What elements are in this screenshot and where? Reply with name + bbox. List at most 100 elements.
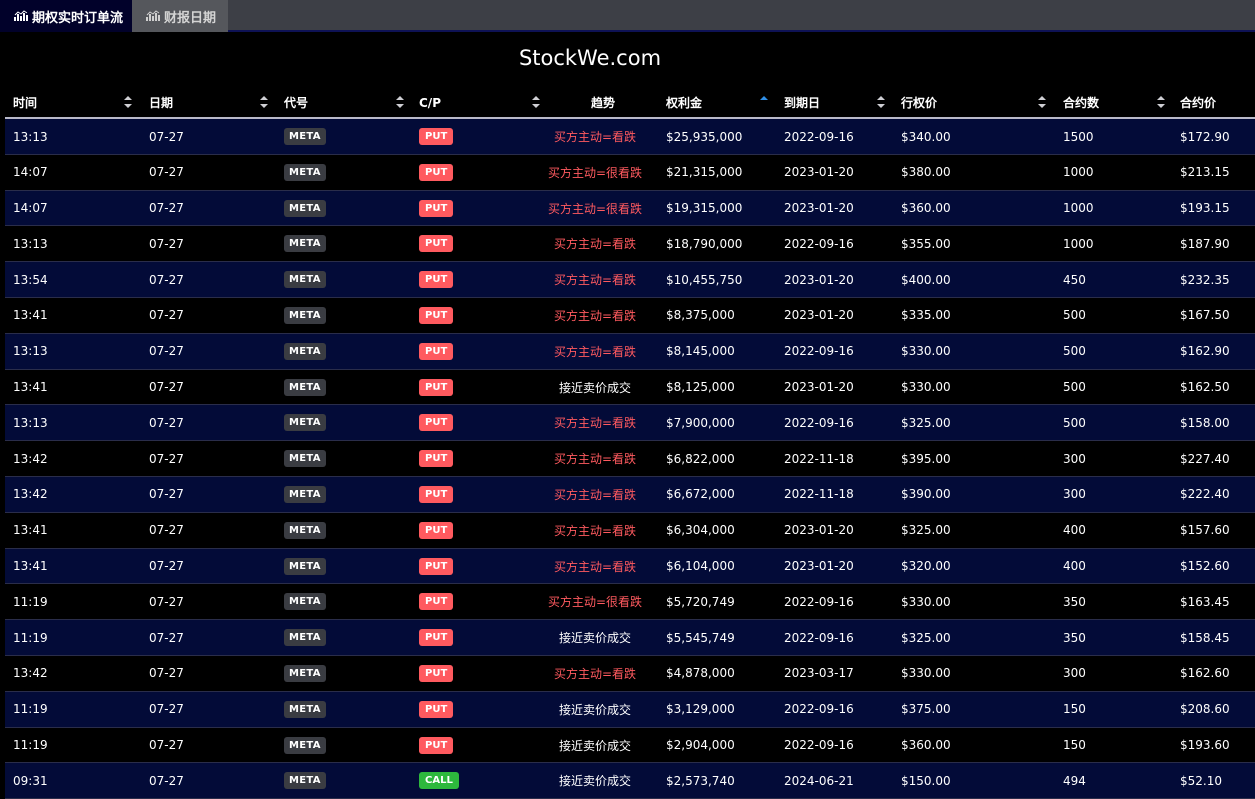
column-header-time[interactable]: 时间 <box>13 86 37 119</box>
table-row[interactable]: 11:19 07-27 META PUT 接近卖价成交 $2,904,000 2022-09… <box>5 727 1255 764</box>
table-row[interactable]: 13:13 07-27 META PUT 买方主动=看跌 $25,935,000 2022-… <box>5 119 1255 155</box>
cell-time: 13:13 <box>13 415 48 430</box>
cell-expiry: 2022-09-16 <box>784 344 854 359</box>
cell-strike: $335.00 <box>901 308 951 323</box>
sort-icon[interactable] <box>259 94 269 110</box>
cell-ticker: META <box>284 334 326 369</box>
table-row[interactable]: 13:41 07-27 META PUT 买方主动=看跌 $8,375,000 2023-0… <box>5 297 1255 334</box>
cell-ticker: META <box>284 405 326 440</box>
cell-trend: 买方主动=看跌 <box>553 344 637 359</box>
sort-icon[interactable] <box>123 94 133 110</box>
cell-contracts: 1000 <box>1063 201 1094 216</box>
ticker-badge[interactable]: META <box>284 414 326 432</box>
table-row[interactable]: 13:41 07-27 META PUT 买方主动=看跌 $6,304,000 2023-0… <box>5 512 1255 549</box>
ticker-badge[interactable]: META <box>284 306 326 324</box>
ticker-badge[interactable]: META <box>284 593 326 611</box>
sort-icon[interactable] <box>1156 94 1166 110</box>
cell-contracts: 150 <box>1063 702 1086 717</box>
table-row[interactable]: 13:41 07-27 META PUT 买方主动=看跌 $6,104,000 2023-0… <box>5 548 1255 585</box>
site-brand: StockWe.com <box>518 46 662 70</box>
cell-date: 07-27 <box>149 165 184 180</box>
table-row[interactable]: 13:13 07-27 META PUT 买方主动=看跌 $7,900,000 2022-0… <box>5 405 1255 442</box>
cell-trend: 买方主动=看跌 <box>553 130 637 144</box>
sort-icon[interactable] <box>531 94 541 110</box>
cell-ticker: META <box>284 763 326 798</box>
column-header-date[interactable]: 日期 <box>149 86 173 119</box>
sort-ascending-icon[interactable] <box>759 94 769 110</box>
cell-strike: $325.00 <box>901 630 951 645</box>
ticker-badge[interactable]: META <box>284 378 326 396</box>
sort-icon[interactable] <box>395 94 405 110</box>
cell-strike: $330.00 <box>901 594 951 609</box>
ticker-badge[interactable]: META <box>284 199 326 217</box>
table-row[interactable]: 13:42 07-27 META PUT 买方主动=看跌 $4,878,000 2023-0… <box>5 655 1255 692</box>
sort-icon[interactable] <box>1037 94 1047 110</box>
column-header-price[interactable]: 合约价 <box>1180 86 1216 119</box>
table-row[interactable]: 11:19 07-27 META PUT 接近卖价成交 $3,129,000 2022-09… <box>5 691 1255 728</box>
cell-date: 07-27 <box>149 666 184 681</box>
cell-cp: PUT <box>419 477 454 512</box>
column-header-premium[interactable]: 权利金 <box>666 86 702 119</box>
cell-expiry: 2022-09-16 <box>784 415 854 430</box>
table-row[interactable]: 14:07 07-27 META PUT 买方主动=很看跌 $21,315,000 2023… <box>5 154 1255 191</box>
cell-contracts: 1000 <box>1063 236 1094 251</box>
ticker-badge[interactable]: META <box>284 557 326 575</box>
column-header-contracts[interactable]: 合约数 <box>1063 86 1099 119</box>
ticker-badge[interactable]: META <box>284 235 326 253</box>
column-header-strike[interactable]: 行权价 <box>901 86 937 119</box>
cell-contracts: 500 <box>1063 415 1086 430</box>
ticker-badge[interactable]: META <box>284 521 326 539</box>
ticker-badge[interactable]: META <box>284 772 326 790</box>
cell-date: 07-27 <box>149 738 184 753</box>
ticker-badge[interactable]: META <box>284 485 326 503</box>
cell-expiry: 2023-01-20 <box>784 201 854 216</box>
cell-price: $208.60 <box>1180 702 1230 717</box>
table-row[interactable]: 11:19 07-27 META PUT 买方主动=很看跌 $5,720,749 2022-… <box>5 584 1255 621</box>
table-row[interactable]: 13:41 07-27 META PUT 接近卖价成交 $8,125,000 2023-01… <box>5 369 1255 406</box>
cell-contracts: 400 <box>1063 559 1086 574</box>
put-badge: PUT <box>419 235 454 253</box>
ticker-badge[interactable]: META <box>284 128 326 145</box>
cell-cp: PUT <box>419 656 454 691</box>
ticker-badge[interactable]: META <box>284 736 326 754</box>
cell-cp: PUT <box>419 370 454 405</box>
cell-strike: $355.00 <box>901 236 951 251</box>
cell-expiry: 2024-06-21 <box>784 773 854 788</box>
put-badge: PUT <box>419 128 454 145</box>
ticker-badge[interactable]: META <box>284 271 326 289</box>
tab-options-flow[interactable]: 期权实时订单流 <box>0 0 132 32</box>
cell-trend: 接近卖价成交 <box>558 631 631 646</box>
ticker-badge[interactable]: META <box>284 342 326 360</box>
column-header-ticker[interactable]: 代号 <box>284 86 308 119</box>
cell-price: $232.35 <box>1180 272 1230 287</box>
cell-strike: $330.00 <box>901 380 951 395</box>
ticker-badge[interactable]: META <box>284 664 326 682</box>
sort-icon[interactable] <box>876 94 886 110</box>
cell-cp: PUT <box>419 620 454 655</box>
table-row[interactable]: 11:19 07-27 META PUT 接近卖价成交 $5,545,749 2022-09… <box>5 620 1255 656</box>
cell-premium: $21,315,000 <box>666 165 743 180</box>
ticker-badge[interactable]: META <box>284 163 326 181</box>
ticker-badge[interactable]: META <box>284 450 326 468</box>
tab-earnings-dates[interactable]: 财报日期 <box>132 0 228 32</box>
table-row[interactable]: 13:42 07-27 META PUT 买方主动=看跌 $6,672,000 2022-1… <box>5 476 1255 513</box>
table-row[interactable]: 14:07 07-27 META PUT 买方主动=很看跌 $19,315,000 2023… <box>5 190 1255 227</box>
cell-premium: $6,822,000 <box>666 451 735 466</box>
table-row[interactable]: 13:42 07-27 META PUT 买方主动=看跌 $6,822,000 2022-1… <box>5 441 1255 477</box>
table-row[interactable]: 13:54 07-27 META PUT 买方主动=看跌 $10,455,750 2023-… <box>5 262 1255 298</box>
table-row[interactable]: 13:13 07-27 META PUT 买方主动=看跌 $18,790,000 2022-… <box>5 226 1255 263</box>
table-row[interactable]: 13:13 07-27 META PUT 买方主动=看跌 $8,145,000 2022-0… <box>5 333 1255 370</box>
cell-time: 13:13 <box>13 236 48 251</box>
ticker-badge[interactable]: META <box>284 629 326 647</box>
column-header-cp[interactable]: C/P <box>419 86 441 119</box>
cell-expiry: 2022-09-16 <box>784 129 854 144</box>
column-header-trend[interactable]: 趋势 <box>591 86 615 119</box>
cell-time: 11:19 <box>13 738 48 753</box>
ticker-badge[interactable]: META <box>284 700 326 718</box>
cell-trend: 接近卖价成交 <box>558 380 631 395</box>
table-row[interactable]: 09:31 07-27 META CALL 接近卖价成交 $2,573,740 2024-0… <box>5 763 1255 799</box>
cell-strike: $325.00 <box>901 415 951 430</box>
cell-cp: PUT <box>419 226 454 261</box>
column-header-expiry[interactable]: 到期日 <box>784 86 820 119</box>
cell-contracts: 300 <box>1063 451 1086 466</box>
